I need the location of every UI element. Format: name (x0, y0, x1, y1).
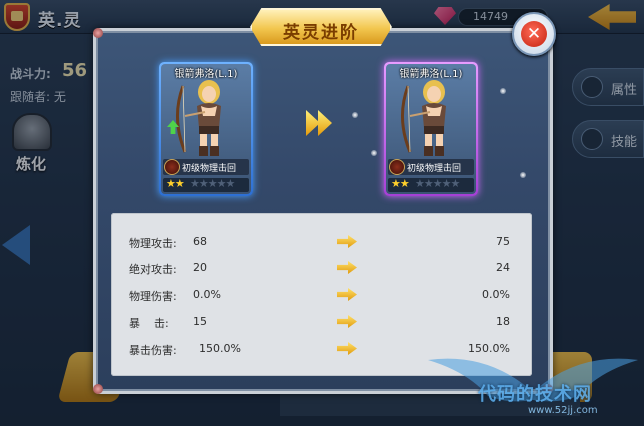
stat-new-value: 0.0% (482, 288, 510, 301)
sparkle (520, 172, 526, 178)
right-arrow-icon (337, 315, 357, 328)
stat-new-value: 18 (496, 315, 510, 328)
corner-ornament (93, 384, 103, 394)
stat-row: 绝对攻击: 20 24 (111, 256, 532, 280)
stat-old-value: 0.0% (193, 288, 221, 301)
stat-new-value: 75 (496, 235, 510, 248)
star-filled-icon: ★★ (391, 177, 410, 190)
skill-name: 初级物理击回 (407, 164, 462, 174)
corner-ornament (93, 28, 103, 38)
skill-row: 初级物理击回 (388, 159, 474, 175)
watermark-text: 代码的技术网 (478, 384, 592, 405)
star-empty-icon: ★★★★★ (190, 177, 235, 190)
hero-name: 银箭弗洛(L.1) (399, 69, 463, 80)
sparkle (500, 88, 506, 94)
close-icon: ✕ (521, 21, 547, 47)
star-empty-icon: ★★★★★ (415, 177, 460, 190)
stat-old-value: 150.0% (199, 342, 241, 355)
dialog-title: 英灵进阶 (283, 23, 359, 43)
stat-new-value: 24 (496, 261, 510, 274)
hero-card-before[interactable]: 银箭弗洛(L.1) 初级物理击回 ★★ ★★★★★ (159, 62, 253, 196)
stat-old-value: 15 (193, 315, 207, 328)
star-rating: ★★ ★★★★★ (388, 177, 474, 192)
stat-label: 暴 击: (129, 317, 169, 330)
skill-icon (389, 159, 405, 175)
stat-old-value: 68 (193, 235, 207, 248)
stat-label: 暴击伤害: (129, 344, 177, 357)
skill-icon (164, 159, 180, 175)
watermark-url: www.52jj.com (528, 405, 598, 416)
skill-name: 初级物理击回 (182, 164, 237, 174)
right-arrow-icon (337, 261, 357, 274)
sparkle (371, 150, 377, 156)
stat-row: 物理攻击: 68 75 (111, 230, 532, 254)
hero-card-after[interactable]: 银箭弗洛(L.1) 初级物理击回 ★★ ★★★★★ (384, 62, 478, 196)
hero-name: 银箭弗洛(L.1) (174, 69, 238, 80)
star-filled-icon: ★★ (166, 177, 185, 190)
card-inner: 银箭弗洛(L.1) 初级物理击回 ★★ ★★★★★ (161, 64, 251, 194)
stat-row: 暴 击: 15 18 (111, 310, 532, 334)
stat-old-value: 20 (193, 261, 207, 274)
sparkle (352, 112, 358, 118)
right-arrow-icon (337, 342, 357, 355)
stat-label: 物理攻击: (129, 237, 177, 250)
double-arrow-icon (306, 110, 332, 136)
stat-label: 绝对攻击: (129, 263, 177, 276)
right-arrow-icon (337, 288, 357, 301)
archer-hero-portrait (400, 80, 446, 156)
star-rating: ★★ ★★★★★ (163, 177, 249, 192)
close-button[interactable]: ✕ (512, 12, 556, 56)
card-inner: 银箭弗洛(L.1) 初级物理击回 ★★ ★★★★★ (386, 64, 476, 194)
archer-hero-portrait (175, 80, 221, 156)
right-arrow-icon (337, 235, 357, 248)
title-plaque: 英灵进阶 (250, 8, 392, 46)
skill-row: 初级物理击回 (163, 159, 249, 175)
stat-label: 物理伤害: (129, 290, 177, 303)
stat-row: 物理伤害: 0.0% 0.0% (111, 283, 532, 307)
